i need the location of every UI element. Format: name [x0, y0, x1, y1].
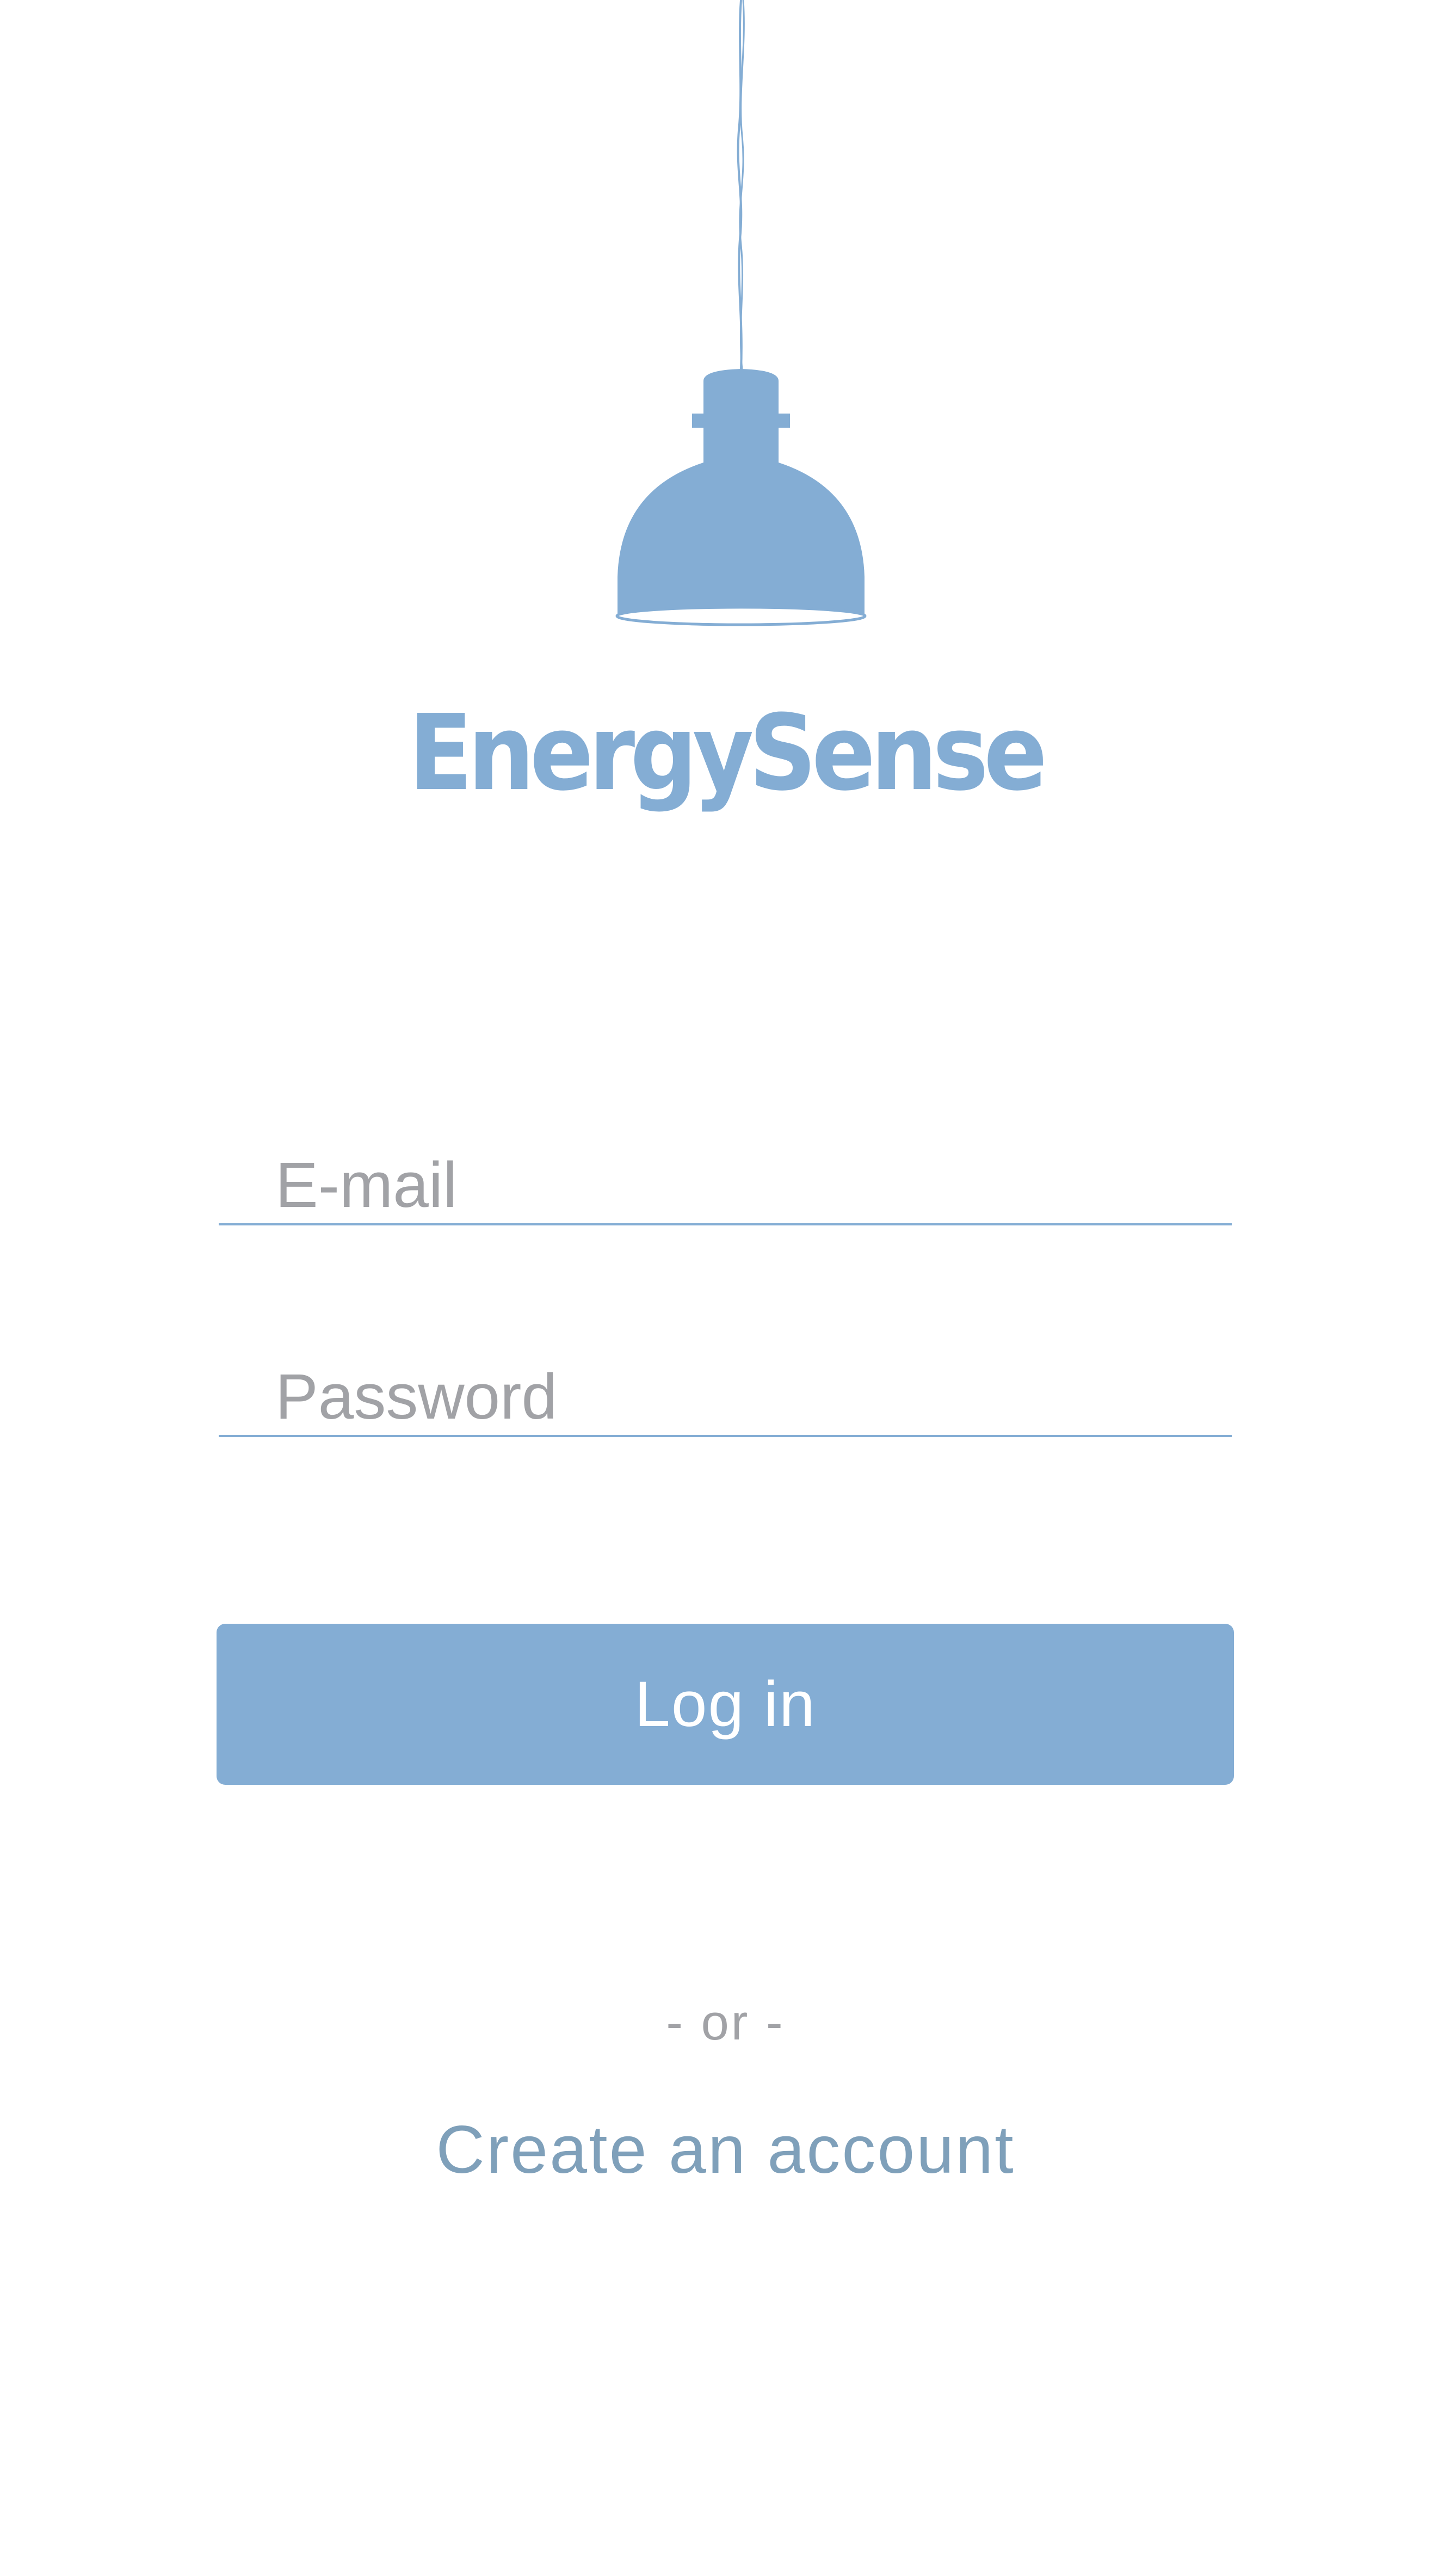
login-button[interactable]: Log in — [217, 1624, 1234, 1785]
create-account-link[interactable]: Create an account — [0, 2111, 1451, 2189]
pendant-lamp-icon — [615, 0, 867, 626]
app-title: EnergySense — [408, 693, 1048, 814]
or-separator: - or - — [666, 1995, 785, 2050]
email-field-container — [219, 1120, 1232, 1225]
email-field[interactable] — [219, 1120, 1232, 1223]
password-field-container — [219, 1332, 1232, 1437]
password-field[interactable] — [219, 1332, 1232, 1435]
